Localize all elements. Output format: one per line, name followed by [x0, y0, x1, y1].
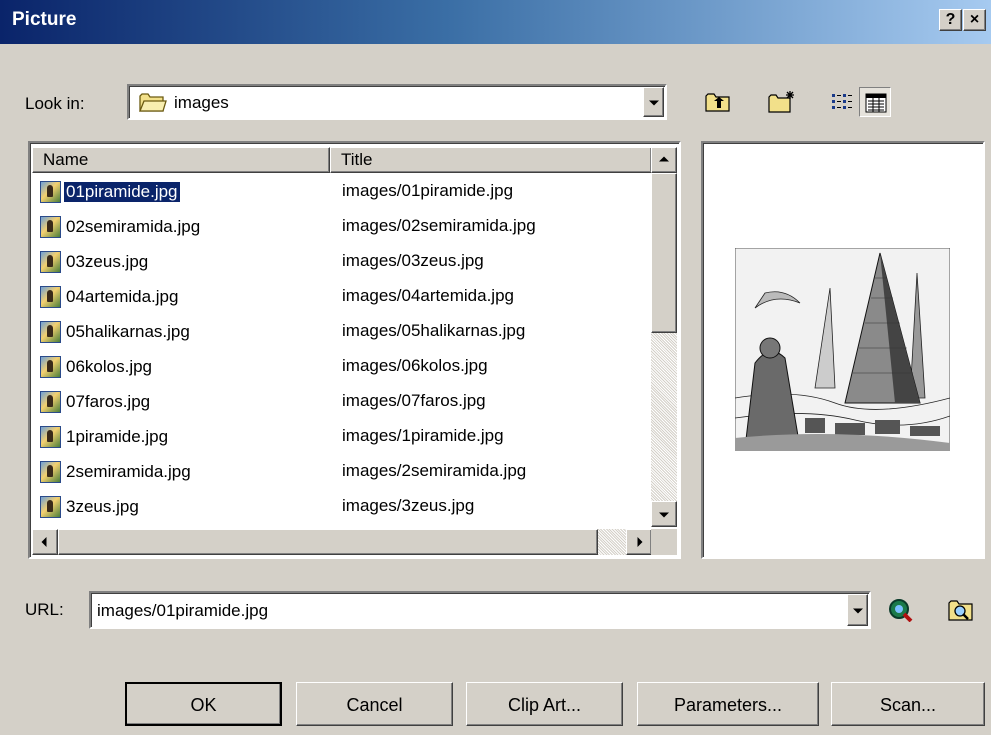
new-folder-icon — [768, 90, 796, 119]
file-title: images/06kolos.jpg — [342, 356, 488, 375]
browse-file-button[interactable] — [945, 595, 977, 625]
file-name: 04artemida.jpg — [66, 287, 179, 306]
scroll-down-button[interactable] — [651, 501, 677, 527]
look-in-value: images — [174, 93, 229, 112]
file-row[interactable]: 05halikarnas.jpg images/05halikarnas.jpg — [30, 313, 649, 348]
ok-button[interactable]: OK — [125, 682, 282, 726]
file-title: images/1piramide.jpg — [342, 426, 504, 445]
close-button[interactable]: × — [963, 9, 986, 31]
scan-button[interactable]: Scan... — [831, 682, 985, 726]
file-row[interactable]: 02semiramida.jpg images/02semiramida.jpg — [30, 208, 649, 243]
file-rows: 01piramide.jpg images/01piramide.jpg 02s… — [30, 173, 649, 523]
file-title: images/02semiramida.jpg — [342, 216, 536, 235]
browse-folder-icon — [948, 598, 974, 627]
chevron-down-icon — [852, 608, 863, 614]
look-in-label: Look in: — [25, 94, 85, 113]
file-title: images/05halikarnas.jpg — [342, 321, 526, 340]
file-row[interactable]: 04artemida.jpg images/04artemida.jpg — [30, 278, 649, 313]
file-row[interactable]: 06kolos.jpg images/06kolos.jpg — [30, 348, 649, 383]
look-in-dropdown-button[interactable] — [643, 87, 664, 117]
url-label: URL: — [25, 600, 64, 619]
up-one-level-button[interactable] — [702, 87, 734, 117]
file-title: images/01piramide.jpg — [342, 181, 514, 200]
file-title: images/04artemida.jpg — [342, 286, 514, 305]
column-header-title[interactable]: Title — [330, 147, 652, 173]
file-list[interactable]: Name Title 01piramide.jpg images/01piram… — [28, 141, 681, 559]
clip-art-button[interactable]: Clip Art... — [466, 682, 623, 726]
scroll-left-button[interactable] — [32, 529, 58, 555]
image-file-icon — [40, 496, 61, 518]
help-button[interactable]: ? — [939, 9, 962, 31]
up-folder-icon — [705, 91, 731, 118]
web-search-icon — [887, 598, 913, 627]
url-dropdown-button[interactable] — [847, 594, 868, 626]
window-title: Picture — [12, 9, 77, 30]
image-file-icon — [40, 426, 61, 448]
vertical-scrollbar[interactable] — [651, 147, 677, 527]
folder-icon — [139, 92, 167, 117]
image-file-icon — [40, 391, 61, 413]
file-name: 05halikarnas.jpg — [66, 322, 190, 341]
chevron-down-icon — [648, 100, 659, 106]
url-input[interactable]: images/01piramide.jpg — [89, 591, 871, 629]
image-file-icon — [40, 251, 61, 273]
list-view-icon — [831, 93, 853, 116]
scroll-corner — [651, 529, 677, 555]
new-folder-button[interactable] — [765, 87, 797, 117]
horizontal-scrollbar[interactable] — [32, 529, 652, 555]
preview-image — [734, 247, 951, 452]
file-title: images/07faros.jpg — [342, 391, 486, 410]
file-row[interactable]: 03zeus.jpg images/03zeus.jpg — [30, 243, 649, 278]
file-name: 01piramide.jpg — [64, 182, 180, 202]
image-file-icon — [40, 321, 61, 343]
scroll-up-button[interactable] — [651, 147, 677, 173]
file-row[interactable]: 07faros.jpg images/07faros.jpg — [30, 383, 649, 418]
details-view-button[interactable] — [859, 87, 891, 117]
file-row[interactable]: 2semiramida.jpg images/2semiramida.jpg — [30, 453, 649, 488]
scroll-right-button[interactable] — [626, 529, 652, 555]
details-view-icon — [865, 93, 887, 118]
file-name: 07faros.jpg — [66, 392, 151, 411]
arrow-up-icon — [659, 156, 669, 162]
file-name: 06kolos.jpg — [66, 357, 153, 376]
file-name: 2semiramida.jpg — [66, 462, 191, 481]
image-file-icon — [40, 286, 61, 308]
horizontal-scroll-thumb[interactable] — [58, 529, 598, 555]
file-name: 02semiramida.jpg — [66, 217, 201, 236]
look-in-dropdown[interactable]: images — [127, 84, 667, 120]
image-file-icon — [40, 181, 61, 203]
parameters-button[interactable]: Parameters... — [637, 682, 819, 726]
vertical-scroll-thumb[interactable] — [651, 173, 677, 333]
column-header-name[interactable]: Name — [32, 147, 330, 173]
file-name: 1piramide.jpg — [66, 427, 169, 446]
cancel-button[interactable]: Cancel — [296, 682, 453, 726]
file-row[interactable]: 01piramide.jpg images/01piramide.jpg — [30, 173, 649, 208]
image-preview-pane — [701, 141, 985, 559]
arrow-right-icon — [637, 537, 643, 547]
list-view-button[interactable] — [826, 87, 858, 117]
url-value: images/01piramide.jpg — [97, 601, 269, 620]
file-row[interactable]: 3zeus.jpg images/3zeus.jpg — [30, 488, 649, 523]
title-bar: Picture ? × — [0, 0, 991, 44]
file-title: images/3zeus.jpg — [342, 496, 475, 515]
file-name: 03zeus.jpg — [66, 252, 149, 271]
arrow-left-icon — [41, 537, 47, 547]
image-file-icon — [40, 461, 61, 483]
file-title: images/03zeus.jpg — [342, 251, 484, 270]
arrow-down-icon — [659, 512, 669, 518]
image-file-icon — [40, 216, 61, 238]
browse-web-button[interactable] — [884, 595, 916, 625]
file-title: images/2semiramida.jpg — [342, 461, 527, 480]
file-row[interactable]: 1piramide.jpg images/1piramide.jpg — [30, 418, 649, 453]
file-name: 3zeus.jpg — [66, 497, 139, 516]
image-file-icon — [40, 356, 61, 378]
